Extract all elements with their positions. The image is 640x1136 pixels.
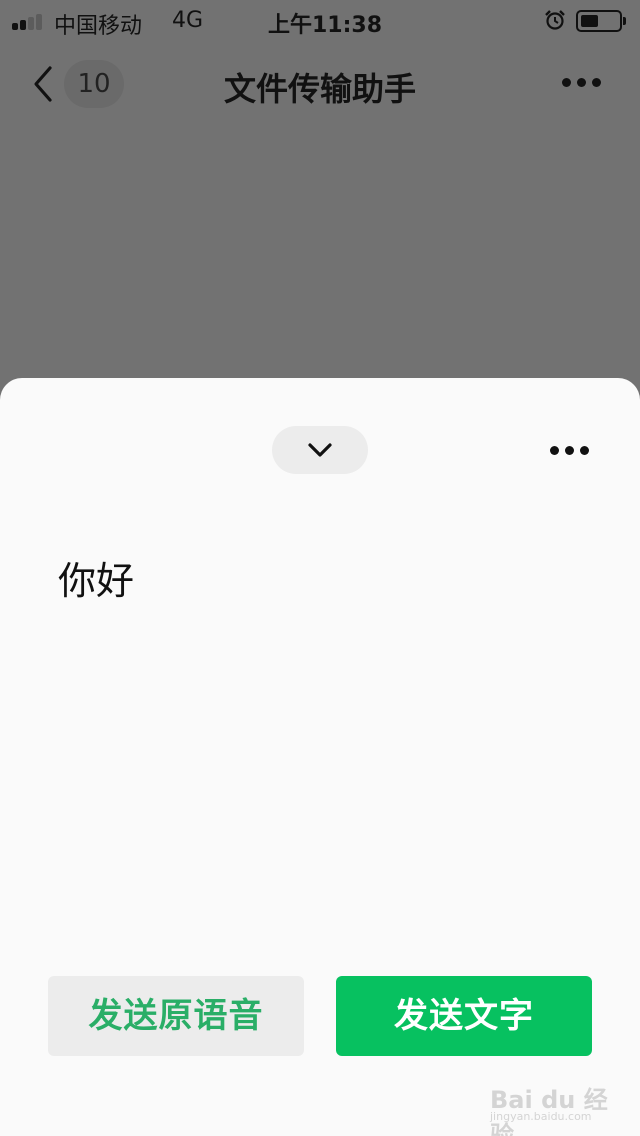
signal-strength-icon xyxy=(12,12,46,30)
screen: 中国移动 4G 上午11:38 10 文件传输助手 你好 发送原语音 发送文字 … xyxy=(0,0,640,1136)
transcribed-text[interactable]: 你好 xyxy=(58,550,134,605)
unread-count-badge[interactable]: 10 xyxy=(64,60,124,108)
collapse-sheet-button[interactable] xyxy=(272,426,368,474)
nav-bar: 10 文件传输助手 xyxy=(0,56,640,116)
back-chevron-icon[interactable] xyxy=(30,64,56,104)
network-type: 4G xyxy=(172,8,204,33)
status-time: 上午11:38 xyxy=(268,13,383,38)
more-options-icon[interactable] xyxy=(562,78,602,90)
sheet-more-options-icon[interactable] xyxy=(550,446,590,458)
chevron-down-icon xyxy=(308,443,332,457)
battery-icon xyxy=(576,10,626,32)
voice-to-text-sheet: 你好 发送原语音 发送文字 Bai du 经验 jingyan.baidu.co… xyxy=(0,378,640,1136)
alarm-clock-icon xyxy=(545,10,565,30)
chat-title: 文件传输助手 xyxy=(223,70,416,108)
baidu-jingyan-watermark: Bai du 经验 jingyan.baidu.com xyxy=(490,1080,620,1136)
send-text-button[interactable]: 发送文字 xyxy=(336,976,592,1056)
watermark-brand: Bai du 经验 xyxy=(490,1086,608,1136)
watermark-url: jingyan.baidu.com xyxy=(490,1110,592,1123)
carrier-name: 中国移动 xyxy=(54,14,143,39)
send-original-voice-button[interactable]: 发送原语音 xyxy=(48,976,304,1056)
status-bar: 中国移动 4G 上午11:38 xyxy=(0,0,640,40)
